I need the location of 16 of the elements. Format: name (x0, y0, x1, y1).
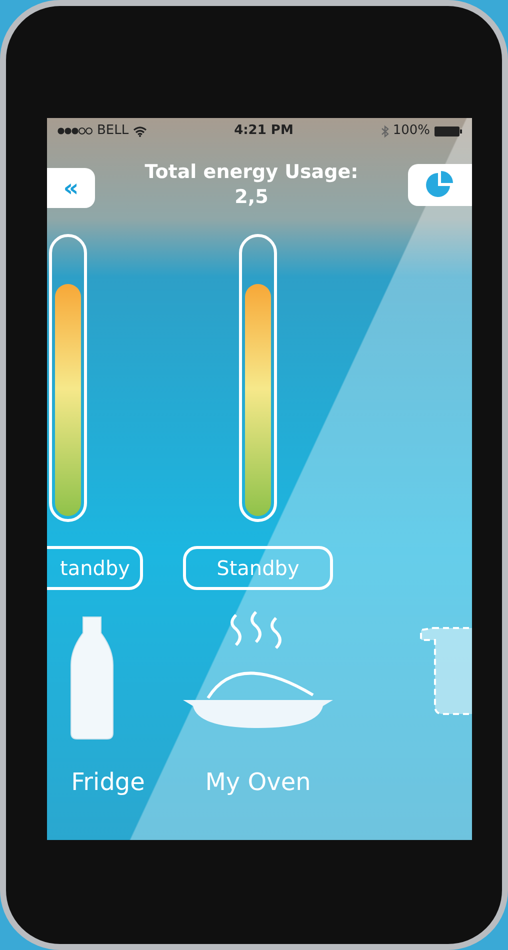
energy-title: Total energy Usage: (144, 160, 358, 185)
appliance-name: Fridge (71, 767, 145, 798)
status-bubble: Standby (183, 546, 333, 590)
wifi-icon (132, 126, 147, 136)
energy-value: 2,5 (234, 184, 268, 210)
carrier-name: BELL (97, 122, 129, 140)
signal-icon (57, 127, 93, 135)
status-time: 4:21 PM (234, 122, 294, 140)
battery-percent: 100% (392, 122, 430, 140)
appliance-name: My Oven (205, 767, 311, 798)
bottle-icon (69, 615, 115, 740)
battery-icon (434, 126, 462, 136)
status-bubble: tandby (47, 546, 143, 590)
back-button[interactable]: « (47, 168, 95, 208)
bluetooth-icon (380, 124, 389, 138)
chart-button[interactable] (408, 164, 472, 206)
